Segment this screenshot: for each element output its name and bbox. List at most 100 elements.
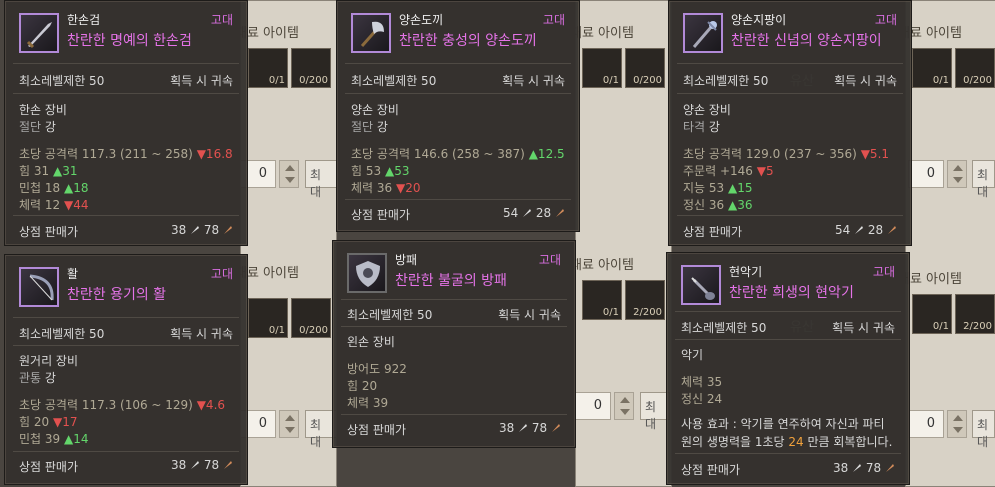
item-tooltip-axe: 양손도끼 고대 찬란한 충성의 양손도끼 최소레벨제한 50 획득 시 귀속 양손… bbox=[336, 0, 580, 232]
stat-row: 체력 12 ▼44 bbox=[19, 198, 89, 212]
item-name: 찬란한 충성의 양손도끼 bbox=[399, 33, 537, 49]
quantity-stepper[interactable] bbox=[279, 160, 299, 188]
item-type: 활 bbox=[67, 267, 79, 281]
axe-icon bbox=[351, 13, 391, 53]
item-tooltip-staff: 양손지팡이 고대 찬란한 신념의 양손지팡이 최소레벨제한 50 획득 시 귀속 … bbox=[668, 0, 912, 246]
material-slot[interactable]: 0/1 bbox=[912, 48, 952, 88]
level-row: 최소레벨제한 50 획득 시 귀속 bbox=[19, 327, 233, 341]
sell-price: 상점 판매가 54 28 bbox=[683, 223, 897, 240]
level-row: 최소레벨제한 50 획득 시 귀속 bbox=[19, 74, 233, 88]
item-tooltip-shield: 방패 고대 찬란한 불굴의 방패 최소레벨제한 50 획득 시 귀속 왼손 장비 … bbox=[332, 240, 576, 448]
material-slot[interactable]: 2/200 bbox=[955, 294, 995, 334]
item-type: 양손지팡이 bbox=[731, 13, 787, 27]
lute-icon bbox=[681, 265, 721, 305]
quantity-input[interactable]: 0 bbox=[908, 160, 944, 188]
copper-coin-icon bbox=[888, 226, 896, 234]
silver-coin-icon bbox=[523, 209, 532, 217]
item-type: 양손도끼 bbox=[399, 13, 444, 27]
level-row: 최소레벨제한 50 획득 시 귀속 bbox=[347, 308, 561, 322]
level-row: 최소레벨제한 50 획득 시 귀속 bbox=[683, 74, 897, 88]
stat-row: 초당 공격력 146.6 (258 ~ 387) ▲12.5 bbox=[351, 147, 565, 161]
use-effect: 사용 효과 : 악기를 연주하여 자신과 파티 bbox=[681, 417, 885, 431]
quantity-input[interactable]: 0 bbox=[908, 410, 944, 438]
equip-type: 왼손 장비 bbox=[347, 335, 395, 349]
stat-row: 힘 31 ▲31 bbox=[19, 164, 78, 178]
material-slot[interactable]: 0/200 bbox=[291, 298, 331, 338]
stat-row: 방어도 922 bbox=[347, 362, 407, 376]
max-button[interactable]: 최대 bbox=[972, 160, 995, 199]
copper-coin-icon bbox=[886, 464, 894, 472]
equip-type: 한손 장비 bbox=[19, 103, 67, 117]
item-grade: 고대 bbox=[210, 267, 233, 281]
damage-type: 관통 강 bbox=[19, 371, 56, 385]
silver-coin-icon bbox=[853, 464, 862, 472]
stat-row: 민첩 18 ▲18 bbox=[19, 181, 89, 195]
item-grade: 고대 bbox=[210, 13, 233, 27]
item-type: 방패 bbox=[395, 253, 418, 267]
stat-row: 힘 53 ▲53 bbox=[351, 164, 410, 178]
material-slot[interactable]: 0/1 bbox=[248, 298, 288, 338]
stat-row: 힘 20 ▼17 bbox=[19, 415, 78, 429]
item-grade: 고대 bbox=[538, 253, 561, 267]
stat-row: 주문력 +146 ▼5 bbox=[683, 164, 774, 178]
quantity-stepper[interactable] bbox=[947, 410, 967, 438]
damage-type: 타격 강 bbox=[683, 120, 720, 134]
equip-type: 양손 장비 bbox=[351, 103, 399, 117]
bg-material-label: 재료 아이템 bbox=[570, 258, 634, 273]
stat-row: 정신 36 ▲36 bbox=[683, 198, 753, 212]
equip-type: 양손 장비 bbox=[683, 103, 731, 117]
stat-row: 초당 공격력 129.0 (237 ~ 356) ▼5.1 bbox=[683, 147, 890, 161]
copper-coin-icon bbox=[224, 461, 232, 469]
sell-price: 상점 판매가 54 28 bbox=[351, 206, 565, 223]
item-name: 찬란한 용기의 활 bbox=[67, 287, 167, 303]
sell-price: 상점 판매가 38 78 bbox=[347, 421, 561, 438]
sword-icon bbox=[19, 13, 59, 53]
material-slot[interactable]: 0/200 bbox=[625, 48, 665, 88]
max-button[interactable]: 최대 bbox=[305, 160, 337, 199]
quantity-input[interactable]: 0 bbox=[575, 392, 611, 420]
stat-row: 초당 공격력 117.3 (106 ~ 129) ▼4.6 bbox=[19, 398, 226, 412]
material-slot[interactable]: 0/1 bbox=[248, 48, 288, 88]
copper-coin-icon bbox=[552, 424, 560, 432]
stat-row: 민첩 39 ▲14 bbox=[19, 432, 89, 446]
item-name: 찬란한 희생의 현악기 bbox=[729, 285, 854, 301]
item-tooltip-sword: 한손검 고대 찬란한 명예의 한손검 최소레벨제한 50 획득 시 귀속 한손 장… bbox=[4, 0, 248, 246]
item-type: 한손검 bbox=[67, 13, 101, 27]
staff-icon bbox=[683, 13, 723, 53]
equip-type: 악기 bbox=[681, 348, 704, 362]
item-tooltip-bow: 활 고대 찬란한 용기의 활 최소레벨제한 50 획득 시 귀속 원거리 장비 관… bbox=[4, 254, 248, 485]
item-grade: 고대 bbox=[872, 265, 895, 279]
level-row: 최소레벨제한 50 획득 시 귀속 bbox=[351, 74, 565, 88]
material-slot[interactable]: 0/1 bbox=[582, 280, 622, 320]
quantity-stepper[interactable] bbox=[614, 392, 634, 420]
max-button[interactable]: 최대 bbox=[972, 410, 995, 449]
stat-row: 초당 공격력 117.3 (211 ~ 258) ▼16.8 bbox=[19, 147, 233, 161]
damage-type: 절단 강 bbox=[19, 120, 56, 134]
silver-coin-icon bbox=[191, 461, 200, 469]
sell-price: 상점 판매가 38 78 bbox=[19, 223, 233, 240]
shield-icon bbox=[347, 253, 387, 293]
silver-coin-icon bbox=[855, 226, 864, 234]
material-slot[interactable]: 0/200 bbox=[955, 48, 995, 88]
item-grade: 고대 bbox=[874, 13, 897, 27]
stat-row: 지능 53 ▲15 bbox=[683, 181, 753, 195]
sell-price: 상점 판매가 38 78 bbox=[19, 458, 233, 475]
item-name: 찬란한 명예의 한손검 bbox=[67, 33, 192, 49]
quantity-stepper[interactable] bbox=[279, 410, 299, 438]
item-tooltip-lute: 현악기 고대 찬란한 희생의 현악기 최소레벨제한 50 획득 시 귀속 악기 체… bbox=[666, 252, 910, 485]
silver-coin-icon bbox=[519, 424, 528, 432]
item-grade: 고대 bbox=[542, 13, 565, 27]
quantity-stepper[interactable] bbox=[947, 160, 967, 188]
material-slot[interactable]: 0/200 bbox=[291, 48, 331, 88]
bow-icon bbox=[19, 267, 59, 307]
stat-row: 정신 24 bbox=[681, 392, 723, 406]
sell-price: 상점 판매가 38 78 bbox=[681, 461, 895, 478]
material-slot[interactable]: 2/200 bbox=[625, 280, 665, 320]
equip-type: 원거리 장비 bbox=[19, 354, 79, 368]
material-slot[interactable]: 0/1 bbox=[582, 48, 622, 88]
material-slot[interactable]: 0/1 bbox=[912, 294, 952, 334]
stat-row: 체력 35 bbox=[681, 375, 723, 389]
copper-coin-icon bbox=[556, 209, 564, 217]
use-effect-cont: 원의 생명력을 1초당 24 만큼 회복합니다. bbox=[681, 435, 893, 449]
stat-row: 체력 39 bbox=[347, 396, 389, 410]
